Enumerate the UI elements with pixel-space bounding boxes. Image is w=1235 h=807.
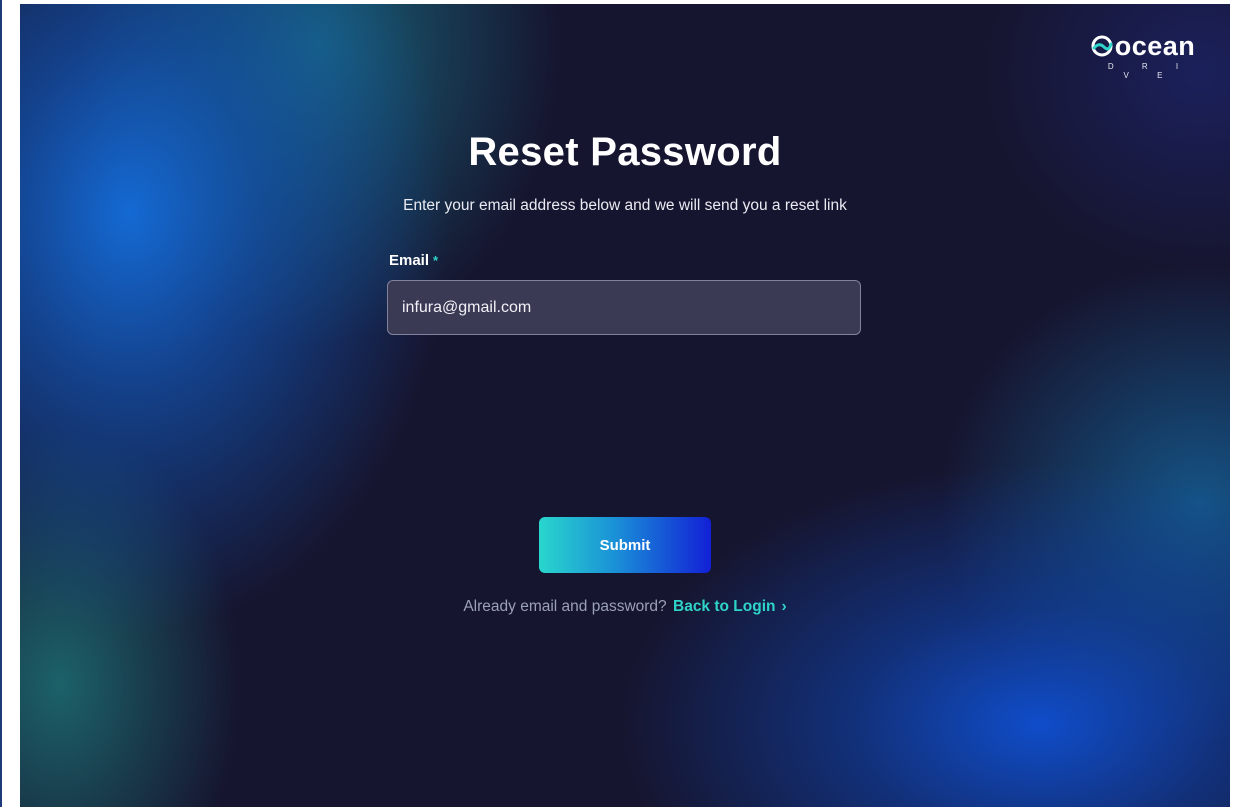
logo-text: ocean xyxy=(1114,31,1196,61)
back-to-login-link[interactable]: Back to Login › xyxy=(673,598,787,615)
email-field[interactable] xyxy=(387,280,861,335)
email-label-text: Email xyxy=(389,252,430,269)
logo-subtext: D R I V E xyxy=(1107,62,1192,80)
ocean-drive-logo[interactable]: ocean D R I V E xyxy=(1088,32,1198,80)
page-subtitle: Enter your email address below and we wi… xyxy=(403,197,847,214)
page-title: Reset Password xyxy=(468,130,782,174)
required-asterisk: * xyxy=(433,253,439,268)
back-to-login-row: Already email and password? Back to Logi… xyxy=(20,598,1230,616)
chevron-right-icon: › xyxy=(781,598,787,615)
submit-button[interactable]: Submit xyxy=(539,517,711,573)
email-label: Email * xyxy=(389,252,438,269)
back-to-login-label: Back to Login xyxy=(673,598,776,615)
window-frame: ocean D R I V E Reset Password Enter you… xyxy=(0,0,1235,807)
footer-prompt: Already email and password? xyxy=(463,598,667,615)
window-edge xyxy=(0,0,2,807)
logo-wordmark: ocean xyxy=(1088,32,1198,60)
reset-password-page: ocean D R I V E Reset Password Enter you… xyxy=(20,4,1230,807)
wave-logo-icon xyxy=(1091,35,1113,57)
